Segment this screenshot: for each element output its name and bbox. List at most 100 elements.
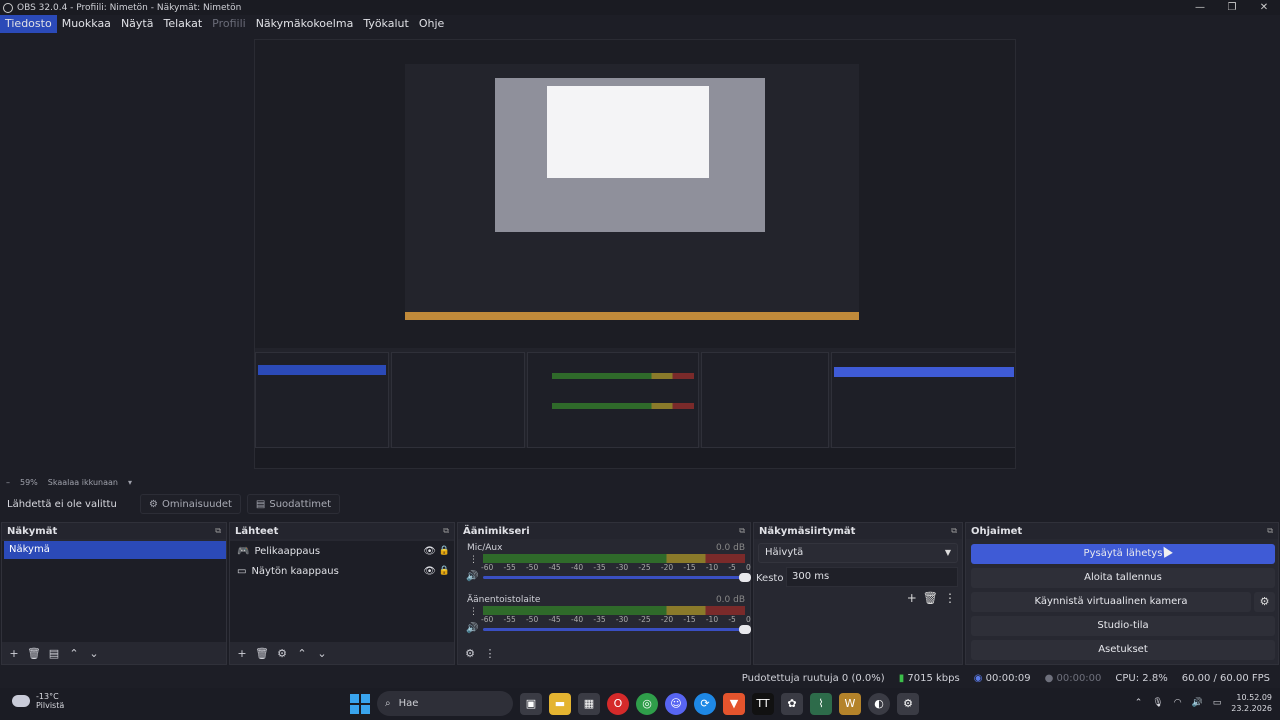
brave-icon[interactable]: ▼	[723, 692, 745, 715]
search-icon: ⌕	[385, 698, 391, 709]
fps: 60.00 / 60.00 FPS	[1181, 672, 1270, 684]
menu-tyokalut[interactable]: Työkalut	[358, 15, 414, 33]
stop-stream-button[interactable]: Pysäytä lähetys	[971, 544, 1275, 564]
scale-mode[interactable]: Skaalaa ikkunaan	[48, 478, 118, 487]
preview-area[interactable]	[0, 33, 1280, 473]
microphone-icon[interactable]: 🎙	[1152, 698, 1163, 708]
kebab-menu-icon[interactable]: ⋮	[482, 645, 498, 661]
filters-button[interactable]: ▤ Suodattimet	[246, 494, 341, 514]
opera-icon[interactable]: O	[607, 692, 629, 715]
speaker-icon[interactable]: 🔊	[466, 571, 478, 582]
undock-icon[interactable]: ⧉	[951, 526, 957, 536]
controls-header: Ohjaimet ⧉	[966, 523, 1278, 539]
store-icon[interactable]: ▦	[578, 692, 600, 715]
volume-slider[interactable]	[483, 625, 751, 634]
menu-ohje[interactable]: Ohje	[414, 15, 449, 33]
zoom-level: 59%	[20, 477, 38, 487]
maximize-icon[interactable]: ❐	[1216, 0, 1248, 15]
file-explorer-icon[interactable]: ▬	[549, 692, 571, 715]
settings-button[interactable]: Asetukset	[971, 640, 1275, 660]
obs-icon[interactable]: ◐	[868, 692, 890, 715]
studio-mode-button[interactable]: Studio-tila	[971, 616, 1275, 636]
speaker-icon[interactable]: 🔊	[466, 623, 478, 634]
capcut-icon[interactable]: TT	[752, 692, 774, 715]
mixer-toolbar: ⚙ ⋮	[458, 642, 750, 664]
trash-icon[interactable]: 🗑	[26, 645, 42, 661]
source-item[interactable]: ▭ Näytön kaappaus 👁 🔒	[230, 561, 454, 581]
eye-icon[interactable]: 👁	[423, 566, 436, 577]
time: 10.52.09	[1236, 693, 1272, 702]
chevron-down-icon[interactable]: ⌄	[86, 645, 102, 661]
trash-icon[interactable]: 🗑	[923, 591, 938, 605]
menu-nakymakokoelma[interactable]: Näkymäkokoelma	[251, 15, 359, 33]
nested-taskbar-strip	[405, 312, 859, 320]
windows-start-icon[interactable]	[350, 693, 370, 714]
kebab-menu-icon[interactable]: ⋮	[469, 607, 478, 617]
nested-dock-sources	[391, 352, 525, 448]
lock-icon[interactable]: 🔒	[439, 546, 450, 556]
nested-dock-scenes	[255, 352, 389, 448]
volume-icon[interactable]: 🔊	[1192, 698, 1203, 708]
undock-icon[interactable]: ⧉	[443, 526, 449, 536]
nested-dock-mixer	[527, 352, 699, 448]
eye-icon[interactable]: 👁	[423, 546, 436, 557]
clock[interactable]: 10.52.09 23.2.2026	[1231, 692, 1272, 714]
undock-icon[interactable]: ⧉	[1267, 526, 1273, 536]
chevron-down-icon[interactable]: ▾	[128, 478, 132, 487]
add-icon[interactable]: +	[6, 645, 22, 661]
source-item[interactable]: 🎮 Pelikaappaus 👁 🔒	[230, 541, 454, 561]
discord-icon[interactable]: ☺	[665, 692, 687, 715]
gear-icon[interactable]: ⚙	[1254, 592, 1275, 612]
channel-name: Mic/Aux	[467, 543, 503, 553]
chevron-up-icon[interactable]: ⌃	[1135, 698, 1143, 708]
advanced-audio-icon[interactable]: ⚙	[462, 645, 478, 661]
chevron-up-icon[interactable]: ⌃	[294, 645, 310, 661]
properties-label: Ominaisuudet	[161, 498, 232, 510]
volume-slider[interactable]	[483, 573, 751, 582]
app-icon[interactable]: ✿	[781, 692, 803, 715]
app-icon[interactable]: W	[839, 692, 861, 715]
undock-icon[interactable]: ⧉	[739, 526, 745, 536]
zoom-minus-icon[interactable]: –	[6, 478, 10, 487]
close-icon[interactable]: ✕	[1248, 0, 1280, 15]
chevron-up-icon[interactable]: ⌃	[66, 645, 82, 661]
chrome-icon[interactable]: ◎	[636, 692, 658, 715]
temperature: -13°C	[36, 692, 59, 701]
transitions-header: Näkymäsiirtymät ⧉	[754, 523, 962, 539]
battery-icon[interactable]: ▭	[1213, 698, 1222, 708]
taskbar-search[interactable]: ⌕ Hae	[377, 691, 513, 716]
minimize-icon[interactable]: —	[1184, 0, 1216, 15]
settings-gear-icon[interactable]: ⚙	[897, 692, 919, 715]
lock-icon[interactable]: 🔒	[439, 566, 450, 576]
weather-widget[interactable]: -13°C Pilvistä	[12, 692, 64, 710]
menu-profiili[interactable]: Profiili	[207, 15, 251, 33]
kebab-menu-icon[interactable]: ⋮	[944, 591, 956, 605]
gear-icon[interactable]: ⚙	[274, 645, 290, 661]
undock-icon[interactable]: ⧉	[215, 526, 221, 536]
stock-chart-icon[interactable]: ⌇	[810, 692, 832, 715]
kebab-menu-icon[interactable]: ⋮	[469, 555, 478, 565]
menu-tiedosto[interactable]: Tiedosto	[0, 15, 57, 33]
slider-handle[interactable]	[739, 573, 751, 582]
duration-spinbox[interactable]: 300 ms	[786, 567, 958, 587]
chevron-down-icon[interactable]: ⌄	[314, 645, 330, 661]
add-icon[interactable]: +	[234, 645, 250, 661]
transition-select[interactable]: Häivytä ▼	[758, 543, 958, 563]
menu-nayta[interactable]: Näytä	[116, 15, 159, 33]
virtual-camera-button[interactable]: Käynnistä virtuaalinen kamera	[971, 592, 1251, 612]
app-icon[interactable]: ⟳	[694, 692, 716, 715]
properties-button[interactable]: ⚙ Ominaisuudet	[140, 494, 241, 514]
task-view-icon[interactable]: ▣	[520, 692, 542, 715]
menu-telakat[interactable]: Telakat	[158, 15, 207, 33]
trash-icon[interactable]: 🗑	[254, 645, 270, 661]
scale-bar: – 59% Skaalaa ikkunaan ▾	[0, 475, 400, 489]
menu-muokkaa[interactable]: Muokkaa	[57, 15, 116, 33]
start-recording-button[interactable]: Aloita tallennus	[971, 568, 1275, 588]
add-icon[interactable]: +	[907, 591, 917, 605]
preview-canvas[interactable]	[254, 39, 1016, 469]
scene-item[interactable]: Näkymä	[4, 541, 226, 559]
nested-white-area	[547, 86, 709, 178]
wifi-icon[interactable]: ◠	[1174, 698, 1182, 708]
slider-handle[interactable]	[739, 625, 751, 634]
filter-icon[interactable]: ▤	[46, 645, 62, 661]
